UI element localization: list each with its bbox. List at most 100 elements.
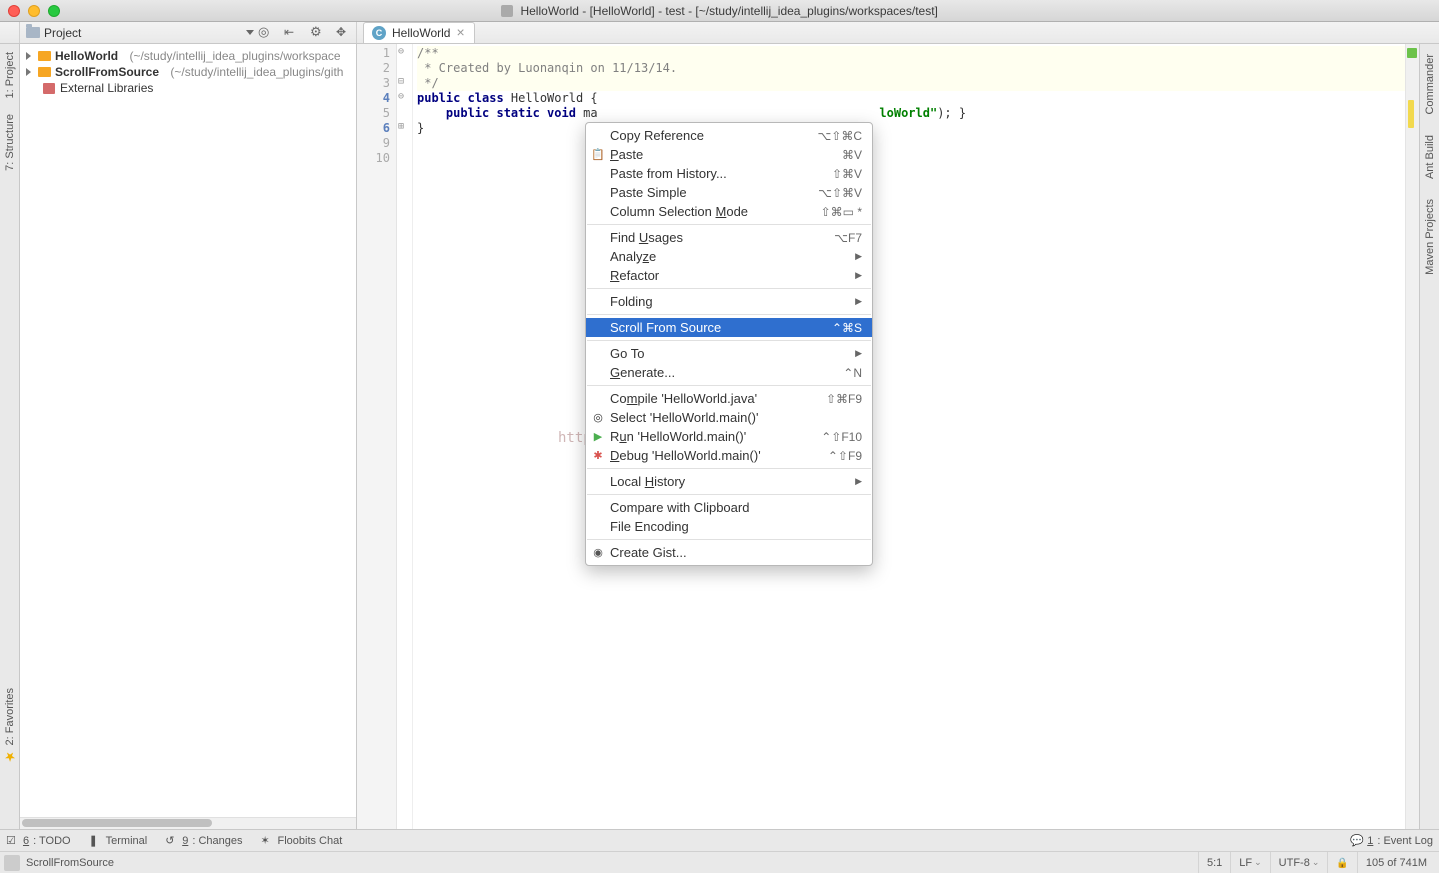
class-icon: C xyxy=(372,26,386,40)
module-icon xyxy=(38,67,51,77)
window-close-button[interactable] xyxy=(8,5,20,17)
tab-project[interactable]: 1: Project xyxy=(4,48,16,102)
status-line-separator[interactable]: LF xyxy=(1230,852,1269,873)
warning-marker-icon[interactable] xyxy=(1408,100,1414,128)
node-label: ScrollFromSource xyxy=(55,65,159,79)
status-encoding[interactable]: UTF-8 xyxy=(1270,852,1328,873)
menu-copy-reference[interactable]: Copy Reference⌥⇧⌘C xyxy=(586,126,872,145)
tree-node-helloworld[interactable]: HelloWorld (~/study/intellij_idea_plugin… xyxy=(20,48,356,64)
library-icon xyxy=(43,83,55,94)
app-icon xyxy=(501,5,513,17)
expand-arrow-icon[interactable] xyxy=(26,68,31,76)
status-bar: ScrollFromSource 5:1 LF UTF-8 105 of 741… xyxy=(0,851,1439,873)
node-label: External Libraries xyxy=(60,81,153,95)
scrollbar-thumb[interactable] xyxy=(22,819,212,827)
menu-select-config[interactable]: ◎ Select 'HelloWorld.main()' xyxy=(586,408,872,427)
menu-find-usages[interactable]: Find Usages ⌥F7 xyxy=(586,228,872,247)
menu-paste-history[interactable]: Paste from History...⇧⌘V xyxy=(586,164,872,183)
menu-separator xyxy=(587,224,871,225)
tree-node-scrollfromsource[interactable]: ScrollFromSource (~/study/intellij_idea_… xyxy=(20,64,356,80)
menu-compile[interactable]: Compile 'HelloWorld.java' ⇧⌘F9 xyxy=(586,389,872,408)
line-number: 9 xyxy=(357,136,390,151)
changes-icon: ↺ xyxy=(165,834,178,847)
gear-icon[interactable] xyxy=(310,26,324,40)
breadcrumb[interactable]: ScrollFromSource xyxy=(26,857,114,869)
window-zoom-button[interactable] xyxy=(48,5,60,17)
tab-todo[interactable]: ☑ 6: TODO xyxy=(6,834,71,847)
menu-local-history[interactable]: Local History xyxy=(586,472,872,491)
code-line: } xyxy=(417,121,424,135)
line-number: 1 xyxy=(357,46,390,61)
menu-scroll-from-source[interactable]: Scroll From Source⌃⌘S xyxy=(586,318,872,337)
code-line: */ xyxy=(417,76,439,90)
tab-maven[interactable]: Maven Projects xyxy=(1424,195,1436,279)
scroll-from-source-icon[interactable] xyxy=(258,26,272,40)
hide-icon[interactable] xyxy=(336,26,350,40)
lock-icon xyxy=(1336,857,1348,869)
fold-handle-icon[interactable]: ⊖ xyxy=(398,91,404,102)
tab-changes[interactable]: ↺ 9: Changes xyxy=(165,834,242,847)
menu-paste-simple[interactable]: Paste Simple⌥⇧⌘V xyxy=(586,183,872,202)
menu-separator xyxy=(587,340,871,341)
left-tool-rail: 1: Project 7: Structure ★ 2: Favorites xyxy=(0,44,20,829)
menu-separator xyxy=(587,539,871,540)
project-combo-label: Project xyxy=(44,26,242,40)
menu-paste[interactable]: 📋 Paste⌘V xyxy=(586,145,872,164)
tab-floobits[interactable]: ✶ Floobits Chat xyxy=(260,834,342,847)
menu-folding[interactable]: Folding xyxy=(586,292,872,311)
star-icon: ★ xyxy=(4,749,16,765)
code-editor[interactable]: /** * Created by Luonanqin on 11/13/14. … xyxy=(413,44,1405,829)
inspection-ok-icon xyxy=(1407,48,1417,58)
menu-generate[interactable]: Generate... ⌃N xyxy=(586,363,872,382)
fold-handle-icon[interactable]: ⊟ xyxy=(398,76,404,87)
status-memory[interactable]: 105 of 741M xyxy=(1357,852,1435,873)
tab-commander[interactable]: Commander xyxy=(1424,50,1436,119)
menu-file-encoding[interactable]: File Encoding xyxy=(586,517,872,536)
title-bar: HelloWorld - [HelloWorld] - test - [~/st… xyxy=(0,0,1439,22)
github-icon: ◉ xyxy=(591,546,605,560)
menu-refactor[interactable]: Refactor xyxy=(586,266,872,285)
project-tree[interactable]: HelloWorld (~/study/intellij_idea_plugin… xyxy=(20,44,356,817)
todo-icon: ☑ xyxy=(6,834,19,847)
editor-context-menu: Copy Reference⌥⇧⌘C 📋 Paste⌘V Paste from … xyxy=(585,122,873,566)
menu-column-selection[interactable]: Column Selection Mode ⇧⌘▭ * xyxy=(586,202,872,221)
node-path: (~/study/intellij_idea_plugins/workspace xyxy=(129,49,340,63)
menu-compare-clipboard[interactable]: Compare with Clipboard xyxy=(586,498,872,517)
menu-analyze[interactable]: Analyze xyxy=(586,247,872,266)
menu-go-to[interactable]: Go To xyxy=(586,344,872,363)
target-icon: ◎ xyxy=(591,411,605,425)
window-minimize-button[interactable] xyxy=(28,5,40,17)
tab-event-log[interactable]: 💬 1: Event Log xyxy=(1350,834,1433,847)
editor-body[interactable]: 1 2 3 4 5 6 9 10 ⊖ ⊟ ⊖ ⊞ /** * Created b… xyxy=(357,44,1419,829)
floobits-label: Floobits Chat xyxy=(277,835,342,847)
menu-create-gist[interactable]: ◉ Create Gist... xyxy=(586,543,872,562)
project-view-selector[interactable]: Project xyxy=(20,22,357,43)
toolwindow-quick-access-icon[interactable] xyxy=(4,855,20,871)
menu-debug[interactable]: ✱ Debug 'HelloWorld.main()' ⌃⇧F9 xyxy=(586,446,872,465)
node-path: (~/study/intellij_idea_plugins/gith xyxy=(170,65,343,79)
editor-marker-strip[interactable] xyxy=(1405,44,1419,829)
right-tool-rail: Commander Ant Build Maven Projects xyxy=(1419,44,1439,829)
status-lock[interactable] xyxy=(1327,852,1356,873)
fold-column[interactable]: ⊖ ⊟ ⊖ ⊞ xyxy=(397,44,413,829)
editor-tab-helloworld[interactable]: C HelloWorld xyxy=(363,22,475,43)
gutter[interactable]: 1 2 3 4 5 6 9 10 xyxy=(357,44,397,829)
collapse-all-icon[interactable] xyxy=(284,26,298,40)
close-icon[interactable] xyxy=(456,28,466,38)
tab-favorites[interactable]: ★ 2: Favorites xyxy=(4,684,16,769)
tab-structure[interactable]: 7: Structure xyxy=(4,110,16,175)
tab-ant-build[interactable]: Ant Build xyxy=(1424,131,1436,183)
tab-terminal[interactable]: ❚ Terminal xyxy=(89,834,148,847)
module-icon xyxy=(38,51,51,61)
fold-handle-icon[interactable]: ⊖ xyxy=(398,46,404,57)
line-number: 10 xyxy=(357,151,390,166)
status-cursor-position[interactable]: 5:1 xyxy=(1198,852,1230,873)
panel-scrollbar[interactable] xyxy=(20,817,356,829)
fold-handle-icon[interactable]: ⊞ xyxy=(398,121,404,132)
node-label: HelloWorld xyxy=(55,49,118,63)
menu-run[interactable]: ▶ Run 'HelloWorld.main()' ⌃⇧F10 xyxy=(586,427,872,446)
code-line: public class HelloWorld { xyxy=(417,91,598,105)
tab-label: HelloWorld xyxy=(392,26,450,40)
tree-node-external-libs[interactable]: External Libraries xyxy=(20,80,356,96)
expand-arrow-icon[interactable] xyxy=(26,52,31,60)
